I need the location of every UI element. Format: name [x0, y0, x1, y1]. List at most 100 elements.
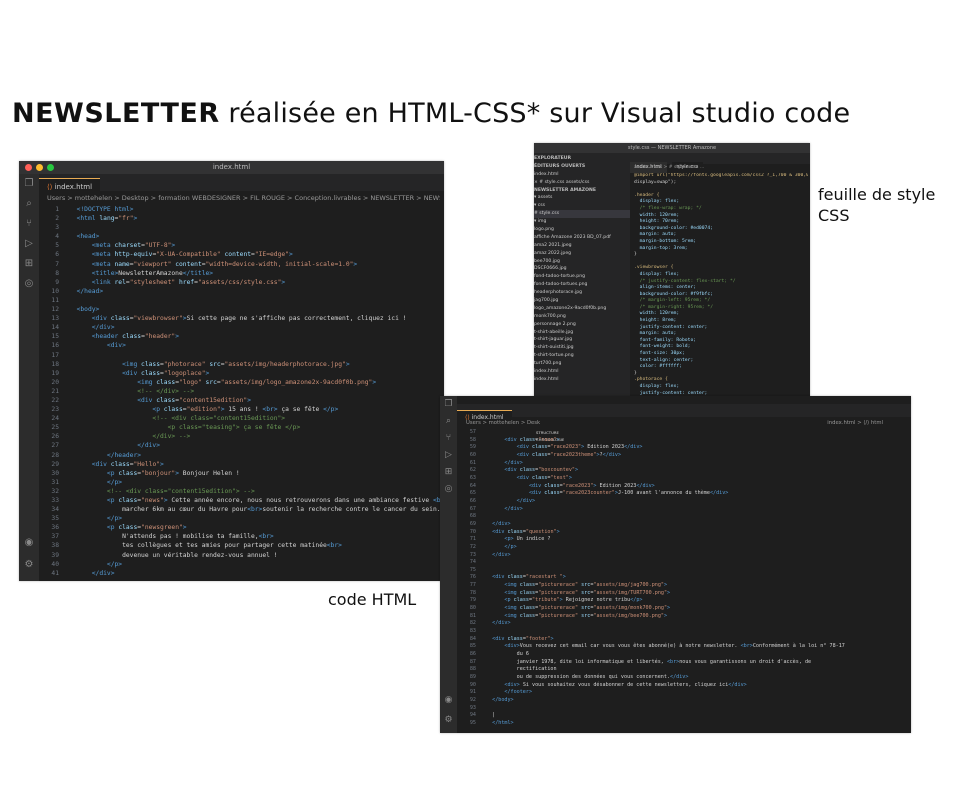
- code-line[interactable]: 17: [43, 351, 442, 360]
- css-code-line[interactable]: display: flex;: [634, 272, 808, 279]
- code-line[interactable]: 61 </div>: [462, 460, 909, 468]
- explorer-item[interactable]: index.html: [534, 368, 630, 376]
- explorer-item[interactable]: logo_amazone2x-9acd0f0b.png: [534, 305, 630, 313]
- code-line[interactable]: 93: [462, 705, 909, 713]
- code-line[interactable]: 87 janvier 1978, dite loi informatique e…: [462, 659, 909, 667]
- css-code-line[interactable]: margin: auto;: [634, 232, 808, 239]
- css-code-line[interactable]: @import url("https://fonts.googleapis.co…: [634, 173, 808, 180]
- explorer-item[interactable]: fond-tadoo-tortue.png: [534, 273, 630, 281]
- css-code-line[interactable]: /* flex-wrap: wrap; */: [634, 206, 808, 213]
- code-line[interactable]: 38 tes collègues et tes amies pour parta…: [43, 541, 442, 550]
- code-line[interactable]: 4 <head>: [43, 232, 442, 241]
- settings-icon[interactable]: ⚙: [440, 712, 457, 729]
- run-icon[interactable]: ▷: [440, 447, 457, 464]
- css-code-line[interactable]: /* margin-left: 95rem; */: [634, 298, 808, 305]
- css-code-line[interactable]: margin: auto;: [634, 331, 808, 338]
- code-line[interactable]: 21 <!-- </div> -->: [43, 387, 442, 396]
- code-line[interactable]: 32 <!-- <div class="content15edition"> -…: [43, 487, 442, 496]
- code-line[interactable]: 15 <header class="header">: [43, 332, 442, 341]
- code-line[interactable]: 85 <div>Vous recevez cet email car vous …: [462, 643, 909, 651]
- explorer-item[interactable]: NEWSLETTER AMAZONE: [534, 187, 630, 195]
- code-line[interactable]: 25 <p class="teasing"> ça se fête </p>: [43, 423, 442, 432]
- remote-icon[interactable]: ◎: [440, 481, 457, 498]
- css-code-line[interactable]: margin-bottom: 5rem;: [634, 239, 808, 246]
- explorer-item[interactable]: t-shirt-tortue.png: [534, 352, 630, 360]
- code-line[interactable]: 77 <img class="picturerace" src="assets/…: [462, 582, 909, 590]
- code-line[interactable]: 27 </div>: [43, 441, 442, 450]
- run-icon[interactable]: ▷: [19, 234, 39, 254]
- code-line[interactable]: 88 rectification: [462, 666, 909, 674]
- code-line[interactable]: 37 N'attends pas ! mobilise ta famille,<…: [43, 532, 442, 541]
- explorer-item[interactable]: personnage 2.png: [534, 321, 630, 329]
- code-line[interactable]: 33 <p class="news"> Cette année encore, …: [43, 496, 442, 505]
- code-line[interactable]: 90 <div> Si vous souhaitez vous désabonn…: [462, 682, 909, 690]
- explorer-item[interactable]: logo.png: [534, 226, 630, 234]
- code-line[interactable]: 35 </p>: [43, 514, 442, 523]
- html2-breadcrumb[interactable]: Users > mottehelen > Desk: [466, 419, 566, 428]
- code-line[interactable]: 72 </p>: [462, 544, 909, 552]
- code-line[interactable]: 62 <div class="boxcountev">: [462, 467, 909, 475]
- extensions-icon[interactable]: ⊞: [440, 464, 457, 481]
- explorer-item[interactable]: fond-tadoo-tortues.png: [534, 281, 630, 289]
- code-line[interactable]: 3: [43, 223, 442, 232]
- code-line[interactable]: 41 </div>: [43, 569, 442, 578]
- code-line[interactable]: 83: [462, 628, 909, 636]
- css-code-line[interactable]: }: [634, 252, 808, 259]
- code-line[interactable]: 16 <div>: [43, 341, 442, 350]
- account-icon[interactable]: ◉: [440, 692, 457, 709]
- files-icon[interactable]: ❐: [19, 174, 39, 194]
- code-line[interactable]: 36 <p class="newsgreen">: [43, 523, 442, 532]
- code-line[interactable]: 59 <div class="race2023"> Edition 2023</…: [462, 444, 909, 452]
- source-control-icon[interactable]: ⑂: [440, 430, 457, 447]
- code-line[interactable]: 67 </div>: [462, 506, 909, 514]
- account-icon[interactable]: ◉: [19, 533, 39, 553]
- explorer-item[interactable]: turt700.png: [534, 360, 630, 368]
- code-line[interactable]: 57: [462, 429, 909, 437]
- explorer-item[interactable]: bee700.jpg: [534, 258, 630, 266]
- code-line[interactable]: 18 <img class="photorace" src="assets/im…: [43, 360, 442, 369]
- css-code-line[interactable]: .photorace {: [634, 377, 808, 384]
- css-code-line[interactable]: color: #ffffff;: [634, 364, 808, 371]
- explorer-item[interactable]: ÉDITEURS OUVERTS: [534, 163, 630, 171]
- explorer-item[interactable]: affiche Amazone 2023 BD_07.pdf: [534, 234, 630, 242]
- files-icon[interactable]: ❐: [440, 396, 457, 413]
- code-line[interactable]: 81 <img class="picturerace" src="assets/…: [462, 613, 909, 621]
- css-code-line[interactable]: font-size: 30px;: [634, 351, 808, 358]
- code-line[interactable]: 1 <!DOCTYPE html>: [43, 205, 442, 214]
- code-line[interactable]: 28 </header>: [43, 451, 442, 460]
- source-control-icon[interactable]: ⑂: [19, 214, 39, 234]
- explorer-item[interactable]: index.html: [534, 171, 630, 179]
- code-line[interactable]: 73 </div>: [462, 552, 909, 560]
- settings-icon[interactable]: ⚙: [19, 555, 39, 575]
- code-line[interactable]: 31 </p>: [43, 478, 442, 487]
- code-line[interactable]: 82 </div>: [462, 620, 909, 628]
- code-line[interactable]: 91 </footer>: [462, 689, 909, 697]
- minimize-dot[interactable]: [36, 164, 43, 171]
- code-line[interactable]: 7 <meta name="viewport" content="width=d…: [43, 260, 442, 269]
- css-code-line[interactable]: display=swap");: [634, 180, 808, 187]
- explorer-item[interactable]: DSCF0666.jpg: [534, 265, 630, 273]
- code-line[interactable]: 6 <meta http-equiv="X-UA-Compatible" con…: [43, 250, 442, 259]
- code-line[interactable]: 2 <html lang="fr">: [43, 214, 442, 223]
- code-line[interactable]: 13 <div class="viewbrowser">Si cette pag…: [43, 314, 442, 323]
- code-line[interactable]: 70 <div class="question">: [462, 529, 909, 537]
- code-line[interactable]: 78 <img class="picturerace" src="assets/…: [462, 590, 909, 598]
- code-line[interactable]: 14 </div>: [43, 323, 442, 332]
- code-editor[interactable]: 1 <!DOCTYPE html> 2 <html lang="fr"> 3 4 <h…: [43, 205, 442, 581]
- code-line[interactable]: 19 <div class="logoplace">: [43, 369, 442, 378]
- code-line[interactable]: 76 <div class="racestart ">: [462, 574, 909, 582]
- code-line[interactable]: 11: [43, 296, 442, 305]
- explorer-item[interactable]: index.html: [534, 376, 630, 384]
- code-line[interactable]: 95 </html>: [462, 720, 909, 728]
- breadcrumb[interactable]: Users > mottehelen > Desktop > formation…: [47, 192, 440, 204]
- code-line[interactable]: 26 </div> -->: [43, 432, 442, 441]
- code-line[interactable]: 79 <p class="tribute"> Rejoignez notre t…: [462, 597, 909, 605]
- code-line[interactable]: 39 devenue un véritable rendez-vous annu…: [43, 551, 442, 560]
- code-line[interactable]: 94 |: [462, 712, 909, 720]
- code-line[interactable]: 71 <p> Un indice ?: [462, 536, 909, 544]
- close-dot[interactable]: [25, 164, 32, 171]
- search-icon[interactable]: ⌕: [19, 194, 39, 214]
- code-line[interactable]: 65 <div class="race2023counter">J-100 av…: [462, 490, 909, 498]
- code-line[interactable]: 5 <meta charset="UTF-8">: [43, 241, 442, 250]
- remote-icon[interactable]: ◎: [19, 274, 39, 294]
